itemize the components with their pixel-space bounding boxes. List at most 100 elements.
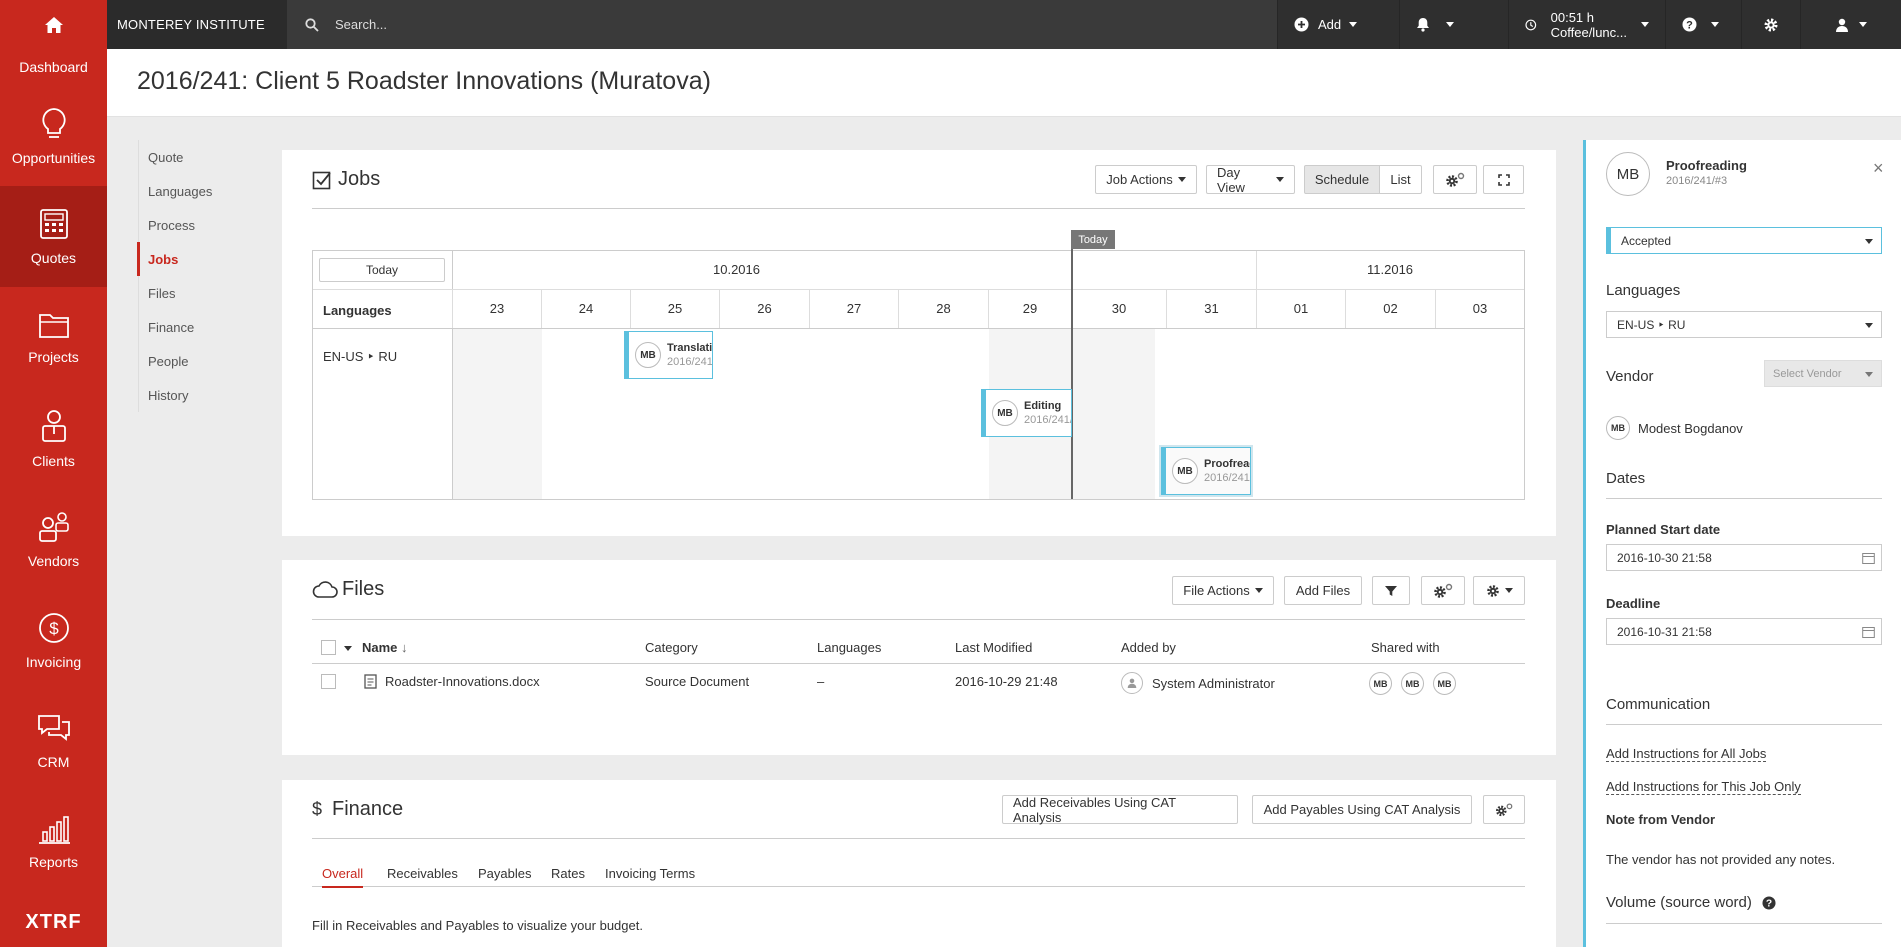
sidebar-item-vendors[interactable]: Vendors <box>0 489 107 590</box>
files-settings-button[interactable] <box>1473 576 1525 605</box>
planned-start-input[interactable]: 2016-10-30 21:58 <box>1606 544 1882 571</box>
finance-empty-message: Fill in Receivables and Payables to visu… <box>312 918 643 933</box>
sidebar-item-invoicing[interactable]: $ Invoicing <box>0 590 107 691</box>
time-tracker-button[interactable]: 00:51 h Coffee/lunc... <box>1508 0 1665 49</box>
add-files-button[interactable]: Add Files <box>1284 576 1362 605</box>
today-marker: Today <box>1071 230 1115 249</box>
select-all-checkbox[interactable] <box>321 640 336 658</box>
subnav-quote[interactable]: Quote <box>139 140 238 174</box>
notifications-button[interactable] <box>1399 0 1508 49</box>
svg-text:?: ? <box>1686 19 1693 31</box>
file-name-link[interactable]: Roadster-Innovations.docx <box>385 674 540 689</box>
subnav-jobs[interactable]: Jobs <box>137 242 238 276</box>
add-payables-button[interactable]: Add Payables Using CAT Analysis <box>1252 795 1472 824</box>
close-icon[interactable]: × <box>1873 159 1884 177</box>
dollar-icon: $ <box>312 799 323 819</box>
table-row[interactable]: Roadster-Innovations.docx <box>364 674 540 689</box>
languages-select[interactable]: EN-US ‣ RU <box>1606 311 1882 338</box>
subnav-files[interactable]: Files <box>139 276 238 310</box>
job-bar-editing[interactable]: MB Editing 2016/241/#2 <box>981 389 1072 437</box>
languages-header: Languages <box>323 303 392 318</box>
user-avatar-icon <box>1121 672 1143 694</box>
avatar[interactable]: MB <box>1401 672 1424 695</box>
column-header-category[interactable]: Category <box>645 640 698 655</box>
sidebar-item-clients[interactable]: Clients <box>0 388 107 489</box>
day-column: 30 <box>1071 289 1166 328</box>
subnav-process[interactable]: Process <box>139 208 238 242</box>
help-button[interactable]: ? <box>1665 0 1741 49</box>
chevron-down-icon[interactable] <box>344 639 352 654</box>
sidebar-item-label: Vendors <box>27 552 80 569</box>
search-input[interactable] <box>335 17 935 32</box>
day-column: 23 <box>452 289 541 328</box>
add-receivables-button[interactable]: Add Receivables Using CAT Analysis <box>1002 795 1238 825</box>
sidebar-item-reports[interactable]: Reports <box>0 792 107 893</box>
sidebar-item-projects[interactable]: Projects <box>0 287 107 388</box>
divider <box>1606 724 1882 725</box>
chat-icon <box>37 714 70 741</box>
tab-overall[interactable]: Overall <box>322 866 364 888</box>
gears-icon <box>1496 802 1513 816</box>
job-bar-translation[interactable]: MB Translation 2016/241/#1 <box>624 331 713 379</box>
row-checkbox[interactable] <box>321 674 336 689</box>
jobs-title-label: Jobs <box>338 168 381 190</box>
jobs-column-settings-button[interactable] <box>1433 165 1477 194</box>
avatar[interactable]: MB <box>1433 672 1456 695</box>
tab-receivables[interactable]: Receivables <box>387 866 458 881</box>
tab-payables[interactable]: Payables <box>478 866 531 881</box>
divider <box>1606 498 1882 499</box>
avatar[interactable]: MB <box>1369 672 1392 695</box>
job-bar-proofreading[interactable]: MB Proofreading 2016/241/#3 <box>1161 447 1251 495</box>
job-actions-button[interactable]: Job Actions <box>1095 165 1197 194</box>
column-header-last-modified[interactable]: Last Modified <box>955 640 1032 655</box>
status-select[interactable]: Accepted <box>1606 227 1882 254</box>
settings-button[interactable] <box>1741 0 1800 49</box>
schedule-toggle[interactable]: Schedule <box>1304 165 1380 194</box>
subnav-languages[interactable]: Languages <box>139 174 238 208</box>
chevron-down-icon <box>1711 22 1719 27</box>
sidebar-item-dashboard[interactable]: Dashboard <box>0 49 107 85</box>
org-name[interactable]: MONTEREY INSTITUTE <box>107 0 287 49</box>
files-column-settings-button[interactable] <box>1421 576 1465 605</box>
column-header-languages[interactable]: Languages <box>817 640 881 655</box>
user-menu-button[interactable] <box>1800 0 1901 49</box>
sidebar-item-label: Projects <box>28 348 79 365</box>
tab-invoicing-terms[interactable]: Invoicing Terms <box>605 866 695 881</box>
vendor-row: MB Modest Bogdanov <box>1606 416 1743 440</box>
tab-rates[interactable]: Rates <box>551 866 585 881</box>
subnav-history[interactable]: History <box>139 378 238 412</box>
home-button[interactable] <box>0 0 107 49</box>
global-search[interactable] <box>287 0 1277 49</box>
finance-column-settings-button[interactable] <box>1483 795 1525 824</box>
help-icon[interactable]: ? <box>1762 895 1776 910</box>
column-header-name[interactable]: Name ↓ <box>362 640 408 655</box>
today-button[interactable]: Today <box>319 258 445 282</box>
add-payables-label: Add Payables Using CAT Analysis <box>1263 802 1461 817</box>
column-header-shared-with[interactable]: Shared with <box>1371 640 1440 655</box>
vendor-name[interactable]: Modest Bogdanov <box>1638 421 1743 436</box>
subnav-finance[interactable]: Finance <box>139 310 238 344</box>
filter-button[interactable] <box>1372 576 1410 605</box>
fullscreen-button[interactable] <box>1483 165 1524 194</box>
file-actions-button[interactable]: File Actions <box>1172 576 1274 605</box>
day-view-button[interactable]: Day View <box>1206 165 1295 195</box>
add-menu-button[interactable]: Add <box>1277 0 1399 49</box>
sidebar-item-crm[interactable]: CRM <box>0 691 107 792</box>
calendar-icon <box>1862 627 1875 638</box>
add-instructions-this-link[interactable]: Add Instructions for This Job Only <box>1606 779 1801 795</box>
subnav-people[interactable]: People <box>139 344 238 378</box>
select-vendor-label: Select Vendor <box>1773 367 1842 380</box>
file-modified: 2016-10-29 21:48 <box>955 674 1058 689</box>
communication-label: Communication <box>1606 696 1711 713</box>
column-header-added-by[interactable]: Added by <box>1121 640 1176 655</box>
sidebar-item-opportunities[interactable]: Opportunities <box>0 85 107 186</box>
planned-start-value: 2016-10-30 21:58 <box>1617 550 1712 565</box>
list-toggle[interactable]: List <box>1379 165 1422 194</box>
sidebar-item-quotes[interactable]: Quotes <box>0 186 107 287</box>
plus-circle-icon <box>1294 17 1309 32</box>
add-instructions-all-link[interactable]: Add Instructions for All Jobs <box>1606 746 1767 762</box>
month-label: 10.2016 <box>713 262 760 277</box>
job-code: 2016/241/#3 <box>1204 472 1250 484</box>
deadline-input[interactable]: 2016-10-31 21:58 <box>1606 618 1882 645</box>
select-vendor-dropdown[interactable]: Select Vendor <box>1764 360 1882 387</box>
